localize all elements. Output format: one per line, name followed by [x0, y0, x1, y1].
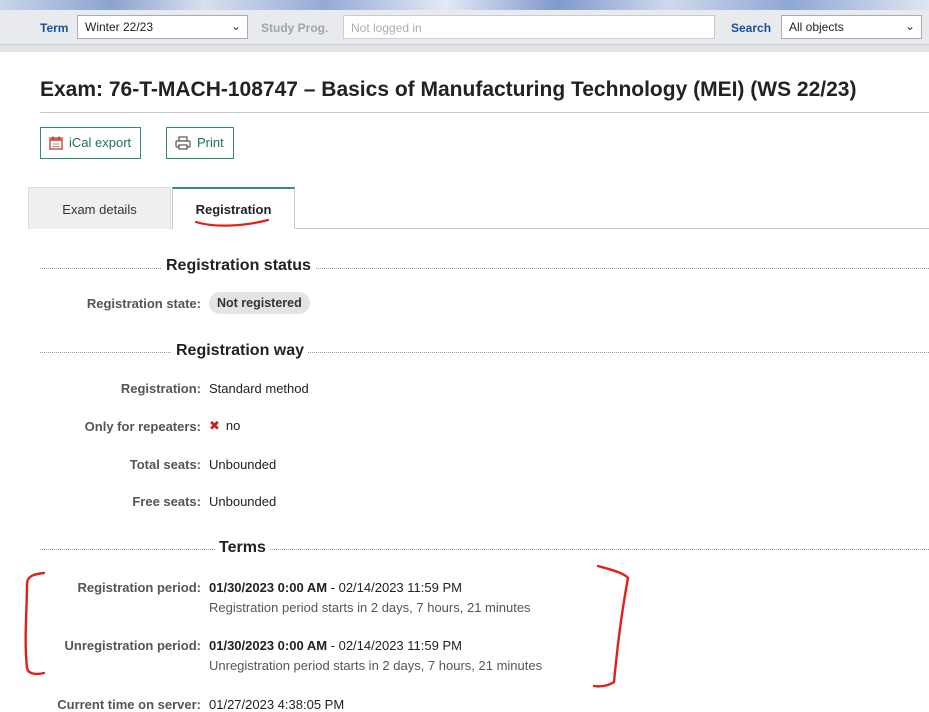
unregistration-period-end: - 02/14/2023 11:59 PM	[327, 638, 462, 653]
annotation-bracket-right	[592, 564, 630, 688]
unregistration-period-note: Unregistration period starts in 2 days, …	[209, 658, 543, 673]
only-for-repeaters-label: Only for repeaters:	[84, 419, 201, 434]
free-seats-value: Unbounded	[209, 494, 277, 509]
tab-registration[interactable]: Registration	[172, 187, 295, 229]
annotation-bracket-left	[24, 571, 46, 676]
cross-icon: ✖	[209, 418, 220, 433]
status-badge: Not registered	[209, 292, 310, 314]
unregistration-period-start: 01/30/2023 0:00 AM	[209, 638, 328, 653]
search-bar: Term Winter 22/23 ⌄ Study Prog. Not logg…	[0, 10, 929, 45]
registration-method-label: Registration:	[120, 381, 201, 396]
print-label: Print	[197, 135, 224, 150]
term-label: Term	[40, 21, 69, 35]
section-title-registration-status: Registration status	[162, 257, 315, 275]
calendar-icon	[49, 136, 63, 150]
unregistration-period-label: Unregistration period:	[64, 638, 201, 653]
search-scope-select[interactable]: All objects ⌄	[781, 15, 922, 39]
registration-period-label: Registration period:	[77, 580, 201, 595]
study-prog-label: Study Prog.	[261, 21, 329, 35]
page-title: Exam: 76-T-MACH-108747 – Basics of Manuf…	[40, 78, 857, 101]
section-title-terms: Terms	[215, 539, 270, 557]
study-prog-field[interactable]: Not logged in	[343, 15, 715, 39]
term-select-value: Winter 22/23	[85, 20, 154, 34]
section-title-registration-way: Registration way	[172, 342, 309, 360]
registration-period-value: 01/30/2023 0:00 AM - 02/14/2023 11:59 PM	[209, 580, 462, 595]
tab-exam-details[interactable]: Exam details	[28, 187, 171, 229]
only-for-repeaters-text: no	[225, 418, 241, 433]
ical-export-button[interactable]: iCal export	[40, 127, 142, 159]
server-time-label: Current time on server:	[57, 697, 201, 712]
registration-period-start: 01/30/2023 0:00 AM	[209, 580, 328, 595]
chevron-down-icon: ⌄	[230, 19, 241, 33]
section-divider	[40, 549, 929, 550]
only-for-repeaters-value: ✖ no	[209, 418, 240, 434]
server-time-value: 01/27/2023 4:38:05 PM	[209, 697, 345, 712]
chevron-down-icon: ⌄	[904, 19, 915, 33]
study-prog-placeholder: Not logged in	[351, 21, 422, 35]
registration-method-value: Standard method	[209, 381, 309, 396]
search-scope-value: All objects	[789, 20, 844, 34]
header-banner	[0, 0, 929, 10]
total-seats-value: Unbounded	[209, 457, 277, 472]
divider	[0, 45, 929, 52]
search-label: Search	[731, 21, 772, 35]
term-select[interactable]: Winter 22/23 ⌄	[77, 15, 248, 39]
printer-icon	[175, 136, 191, 150]
unregistration-period-value: 01/30/2023 0:00 AM - 02/14/2023 11:59 PM	[209, 638, 462, 653]
free-seats-label: Free seats:	[132, 494, 201, 509]
registration-period-note: Registration period starts in 2 days, 7 …	[209, 600, 531, 615]
ical-export-label: iCal export	[69, 135, 132, 150]
total-seats-label: Total seats:	[129, 457, 201, 472]
divider	[40, 112, 929, 113]
registration-period-end: - 02/14/2023 11:59 PM	[327, 580, 462, 595]
print-button[interactable]: Print	[166, 127, 234, 159]
registration-state-label: Registration state:	[86, 296, 201, 311]
